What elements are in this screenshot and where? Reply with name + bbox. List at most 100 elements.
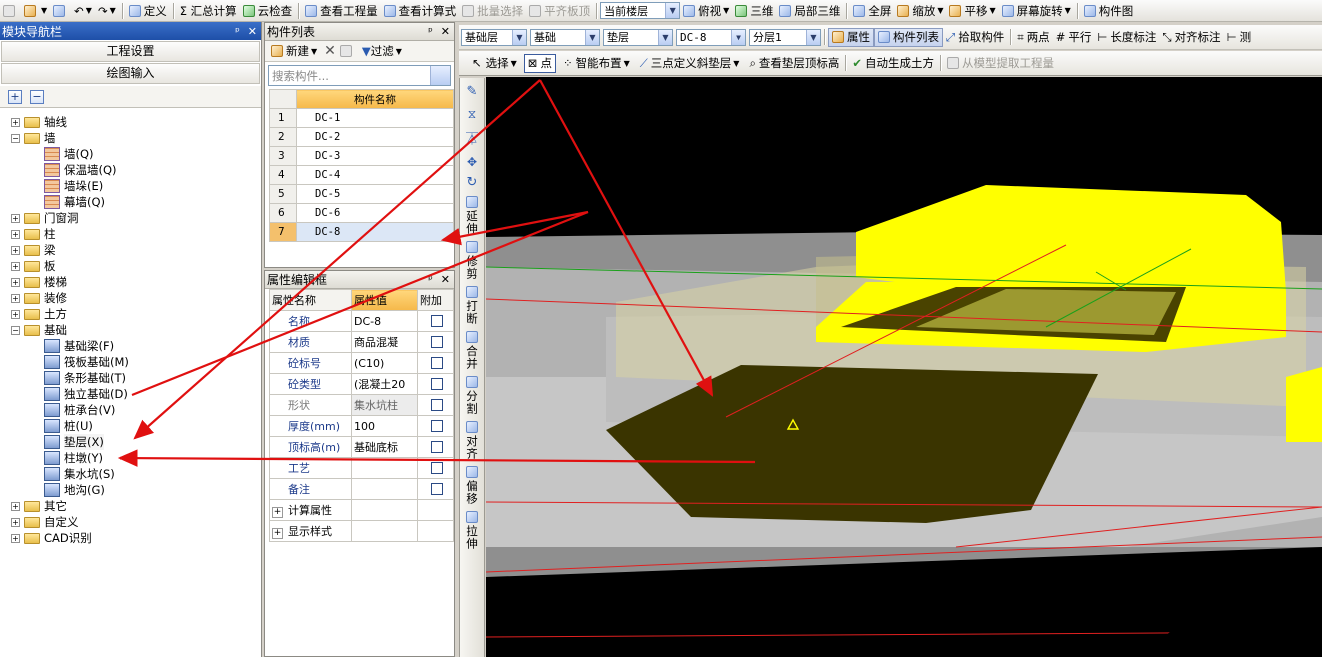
attribute-checkbox[interactable] (430, 378, 443, 390)
expand-icon[interactable]: + (11, 245, 20, 255)
tree-leaf[interactable]: 地沟(G) (0, 482, 261, 498)
component-list-toggle-button[interactable]: 构件列表 (874, 27, 943, 47)
undo-button[interactable]: ↶ ▼ (71, 1, 95, 21)
property-toggle-button[interactable]: 属性 (828, 27, 874, 47)
tree-leaf[interactable]: 基础梁(F) (0, 338, 261, 354)
attribute-row[interactable]: 工艺 (269, 457, 454, 479)
layer-combo-sublayer[interactable]: 分层1 ▼ (749, 28, 821, 46)
expand-icon[interactable]: + (272, 528, 283, 539)
pin-icon[interactable]: ᵖ (428, 273, 433, 286)
attribute-row[interactable]: 形状 集水坑柱 (269, 394, 454, 416)
expand-icon[interactable]: + (11, 229, 20, 239)
move-icon[interactable]: ✥ (467, 155, 477, 169)
layer-combo-type[interactable]: 垫层 ▼ (603, 28, 673, 46)
attribute-row[interactable]: 备注 (269, 478, 454, 500)
view-formula-button[interactable]: 查看计算式 (381, 1, 460, 21)
attribute-row[interactable]: 厚度(mm) 100 (269, 415, 454, 437)
pick-component-button[interactable]: ⤢ 拾取构件 (943, 27, 1007, 47)
close-icon[interactable]: ✕ (441, 273, 450, 286)
drawing-input-button[interactable]: 绘图输入 (1, 63, 260, 84)
top-view-button[interactable]: 俯视 ▼ (680, 1, 732, 21)
side-tool-button[interactable]: 修剪 (465, 241, 479, 280)
copy-icon[interactable] (339, 45, 352, 57)
side-tool-button[interactable]: 分割 (465, 376, 479, 415)
sum-calc-button[interactable]: Σ 汇总计算 (177, 1, 240, 21)
expand-icon[interactable]: + (11, 213, 20, 223)
delete-icon[interactable]: ✕ (324, 43, 336, 59)
expand-icon[interactable]: + (11, 293, 20, 303)
attribute-group-row[interactable]: + 显示样式 (269, 520, 454, 542)
point-button[interactable]: ⊠ 点 (523, 53, 556, 73)
view-top-elevation-button[interactable]: ⌕ 查看垫层顶标高 (746, 53, 842, 73)
extract-quantity-button[interactable]: 从模型提取工程量 (944, 53, 1057, 73)
three-d-button[interactable]: 三维 (732, 1, 776, 21)
fullscreen-button[interactable]: 全屏 (850, 1, 894, 21)
tree-node[interactable]: + 楼梯 (0, 274, 261, 290)
component-name[interactable]: DC-4 (296, 165, 454, 185)
select-button[interactable]: ↖ 选择 ▼ (469, 53, 520, 73)
tree-node[interactable]: − 墙 (0, 130, 261, 146)
tree-leaf[interactable]: 集水坑(S) (0, 466, 261, 482)
local-3d-button[interactable]: 局部三维 (776, 1, 843, 21)
attribute-row[interactable]: 材质 商品混凝 (269, 331, 454, 353)
table-row[interactable]: 4 DC-4 (269, 165, 454, 185)
auto-earthwork-button[interactable]: ✔ 自动生成土方 (849, 53, 937, 73)
tree-leaf[interactable]: 桩(U) (0, 418, 261, 434)
table-row[interactable]: 2 DC-2 (269, 127, 454, 147)
expand-icon[interactable]: + (11, 117, 20, 127)
pan-button[interactable]: 平移 ▼ (946, 1, 998, 21)
side-tool-button[interactable]: 偏移 (465, 466, 479, 505)
component-name[interactable]: DC-6 (296, 203, 454, 223)
pin-icon[interactable]: ᵖ (235, 25, 240, 38)
tree-node[interactable]: + 轴线 (0, 114, 261, 130)
attribute-checkbox[interactable] (430, 483, 443, 495)
component-diagram-button[interactable]: 构件图 (1081, 1, 1137, 21)
attribute-value[interactable] (351, 457, 418, 479)
attribute-checkbox[interactable] (430, 441, 443, 453)
expand-icon[interactable]: + (272, 507, 283, 518)
attribute-value[interactable]: (混凝土20 (351, 373, 418, 395)
expand-icon[interactable]: + (11, 309, 20, 319)
table-row[interactable]: 6 DC-6 (269, 203, 454, 223)
component-name[interactable]: DC-2 (296, 127, 454, 147)
attribute-checkbox[interactable] (430, 336, 443, 348)
tree-node[interactable]: + 柱 (0, 226, 261, 242)
expand-icon[interactable]: + (11, 261, 20, 271)
component-name[interactable]: DC-3 (296, 146, 454, 166)
parallel-button[interactable]: # 平行 (1053, 27, 1095, 47)
attribute-row[interactable]: 砼类型 (混凝土20 (269, 373, 454, 395)
length-mark-button[interactable]: ⊢ 长度标注 (1094, 27, 1159, 47)
component-name[interactable]: DC-8 (296, 222, 454, 242)
tree-node[interactable]: + 其它 (0, 498, 261, 514)
mirror-icon[interactable]: ⧖ (468, 107, 476, 122)
pin-icon[interactable]: ᵖ (428, 25, 433, 38)
tree-leaf[interactable]: 墙垛(E) (0, 178, 261, 194)
side-tool-button[interactable]: 打断 (465, 286, 479, 325)
define-button[interactable]: 定义 (126, 1, 170, 21)
two-point-button[interactable]: ⌗ 两点 (1014, 27, 1052, 47)
tree-leaf[interactable]: 墙(Q) (0, 146, 261, 162)
tree-node[interactable]: + 门窗洞 (0, 210, 261, 226)
side-tool-button[interactable]: 拉伸 (465, 511, 479, 550)
side-tool-button[interactable]: 延伸 (465, 196, 479, 235)
rotate-tool-icon[interactable]: ↻ (467, 175, 478, 190)
search-icon[interactable] (430, 66, 450, 85)
expand-icon[interactable]: + (11, 501, 20, 511)
layer-combo-floor[interactable]: 基础层 ▼ (461, 28, 527, 46)
tree-node[interactable]: + 自定义 (0, 514, 261, 530)
tree-leaf[interactable]: 垫层(X) (0, 434, 261, 450)
side-tool-button[interactable]: 合并 (465, 331, 479, 370)
tree-node[interactable]: + 土方 (0, 306, 261, 322)
table-row[interactable]: 1 DC-1 (269, 108, 454, 128)
close-icon[interactable]: ✕ (248, 25, 257, 38)
attribute-value[interactable]: DC-8 (351, 310, 418, 332)
table-row[interactable]: 3 DC-3 (269, 146, 454, 166)
collapse-all-icon[interactable]: − (30, 89, 44, 104)
open-file-button[interactable]: ▼ (21, 1, 50, 21)
project-settings-button[interactable]: 工程设置 (1, 41, 260, 62)
tree-leaf[interactable]: 桩承台(V) (0, 402, 261, 418)
component-search-input[interactable]: 搜索构件... (268, 65, 451, 86)
component-name[interactable]: DC-1 (296, 108, 454, 128)
align-mark-button[interactable]: ⤡ 对齐标注 (1159, 27, 1223, 47)
close-icon[interactable]: ✕ (441, 25, 450, 38)
